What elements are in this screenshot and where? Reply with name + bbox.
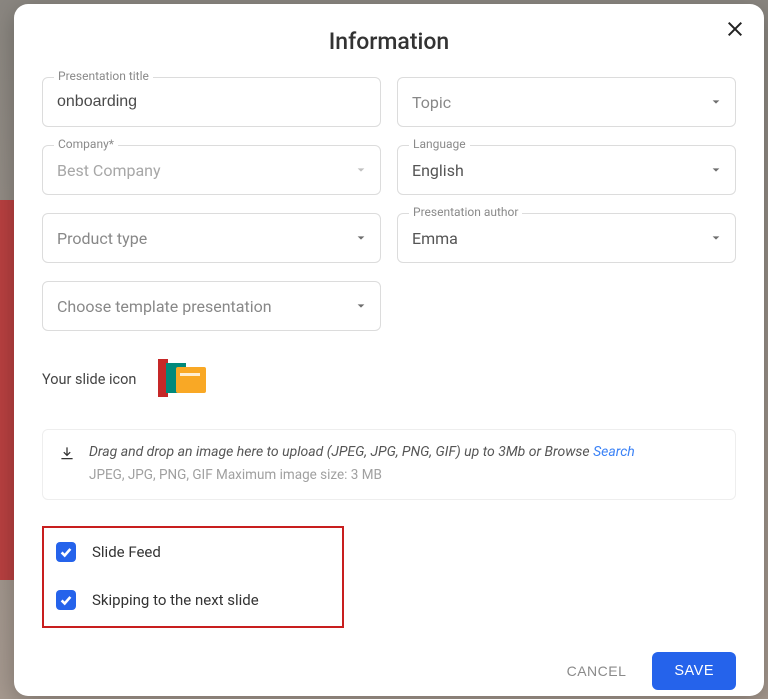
skipping-label: Skipping to the next slide <box>92 591 259 609</box>
form-right-column: Topic Language English Presentation auth… <box>397 77 736 331</box>
company-select[interactable]: Best Company <box>42 145 381 195</box>
slide-icon-thumbnail[interactable] <box>158 357 206 401</box>
template-placeholder: Choose template presentation <box>57 297 272 316</box>
chevron-down-icon <box>356 301 366 311</box>
skipping-row: Skipping to the next slide <box>56 590 326 610</box>
presentation-title-input-box[interactable] <box>42 77 381 127</box>
modal-title: Information <box>42 28 736 55</box>
slide-feed-checkbox[interactable] <box>56 542 76 562</box>
presentation-title-field: Presentation title <box>42 77 381 127</box>
language-field: Language English <box>397 145 736 195</box>
form-grid: Presentation title Company* Best Company… <box>42 77 736 331</box>
product-type-select[interactable]: Product type <box>42 213 381 263</box>
field-label: Presentation title <box>54 69 153 83</box>
company-value: Best Company <box>57 161 161 180</box>
presentation-title-input[interactable] <box>57 93 366 111</box>
dropzone-text: Drag and drop an image here to upload (J… <box>89 442 635 485</box>
form-left-column: Presentation title Company* Best Company… <box>42 77 381 331</box>
close-icon[interactable] <box>724 18 746 40</box>
chevron-down-icon <box>711 165 721 175</box>
topic-placeholder: Topic <box>412 93 451 112</box>
field-label: Company* <box>54 137 118 151</box>
highlighted-checkbox-group: Slide Feed Skipping to the next slide <box>42 526 344 628</box>
author-value: Emma <box>412 229 458 248</box>
slide-feed-label: Slide Feed <box>92 543 161 561</box>
author-field: Presentation author Emma <box>397 213 736 263</box>
topic-field: Topic <box>397 77 736 127</box>
slide-feed-row: Slide Feed <box>56 542 326 562</box>
background-color-strip <box>0 200 14 580</box>
slide-icon-label: Your slide icon <box>42 371 136 388</box>
field-label: Presentation author <box>409 205 522 219</box>
information-modal: Information Presentation title Company* … <box>14 4 764 696</box>
chevron-down-icon <box>711 233 721 243</box>
topic-select[interactable]: Topic <box>397 77 736 127</box>
template-select[interactable]: Choose template presentation <box>42 281 381 331</box>
language-select[interactable]: English <box>397 145 736 195</box>
dropzone-instruction: Drag and drop an image here to upload (J… <box>89 444 593 460</box>
upload-icon <box>59 445 75 461</box>
chevron-down-icon <box>356 165 366 175</box>
cancel-button[interactable]: CANCEL <box>561 653 633 689</box>
skipping-checkbox[interactable] <box>56 590 76 610</box>
field-label: Language <box>409 137 470 151</box>
modal-footer: CANCEL SAVE <box>42 652 736 690</box>
chevron-down-icon <box>711 97 721 107</box>
dropzone-subtext: JPEG, JPG, PNG, GIF Maximum image size: … <box>89 465 635 485</box>
author-select[interactable]: Emma <box>397 213 736 263</box>
slide-icon-row: Your slide icon <box>42 357 736 401</box>
product-type-field: Product type <box>42 213 381 263</box>
language-value: English <box>412 161 464 180</box>
save-button[interactable]: SAVE <box>652 652 736 690</box>
template-field: Choose template presentation <box>42 281 381 331</box>
chevron-down-icon <box>356 233 366 243</box>
product-type-placeholder: Product type <box>57 229 147 248</box>
image-dropzone[interactable]: Drag and drop an image here to upload (J… <box>42 429 736 500</box>
dropzone-search-link[interactable]: Search <box>593 444 635 460</box>
company-field: Company* Best Company <box>42 145 381 195</box>
